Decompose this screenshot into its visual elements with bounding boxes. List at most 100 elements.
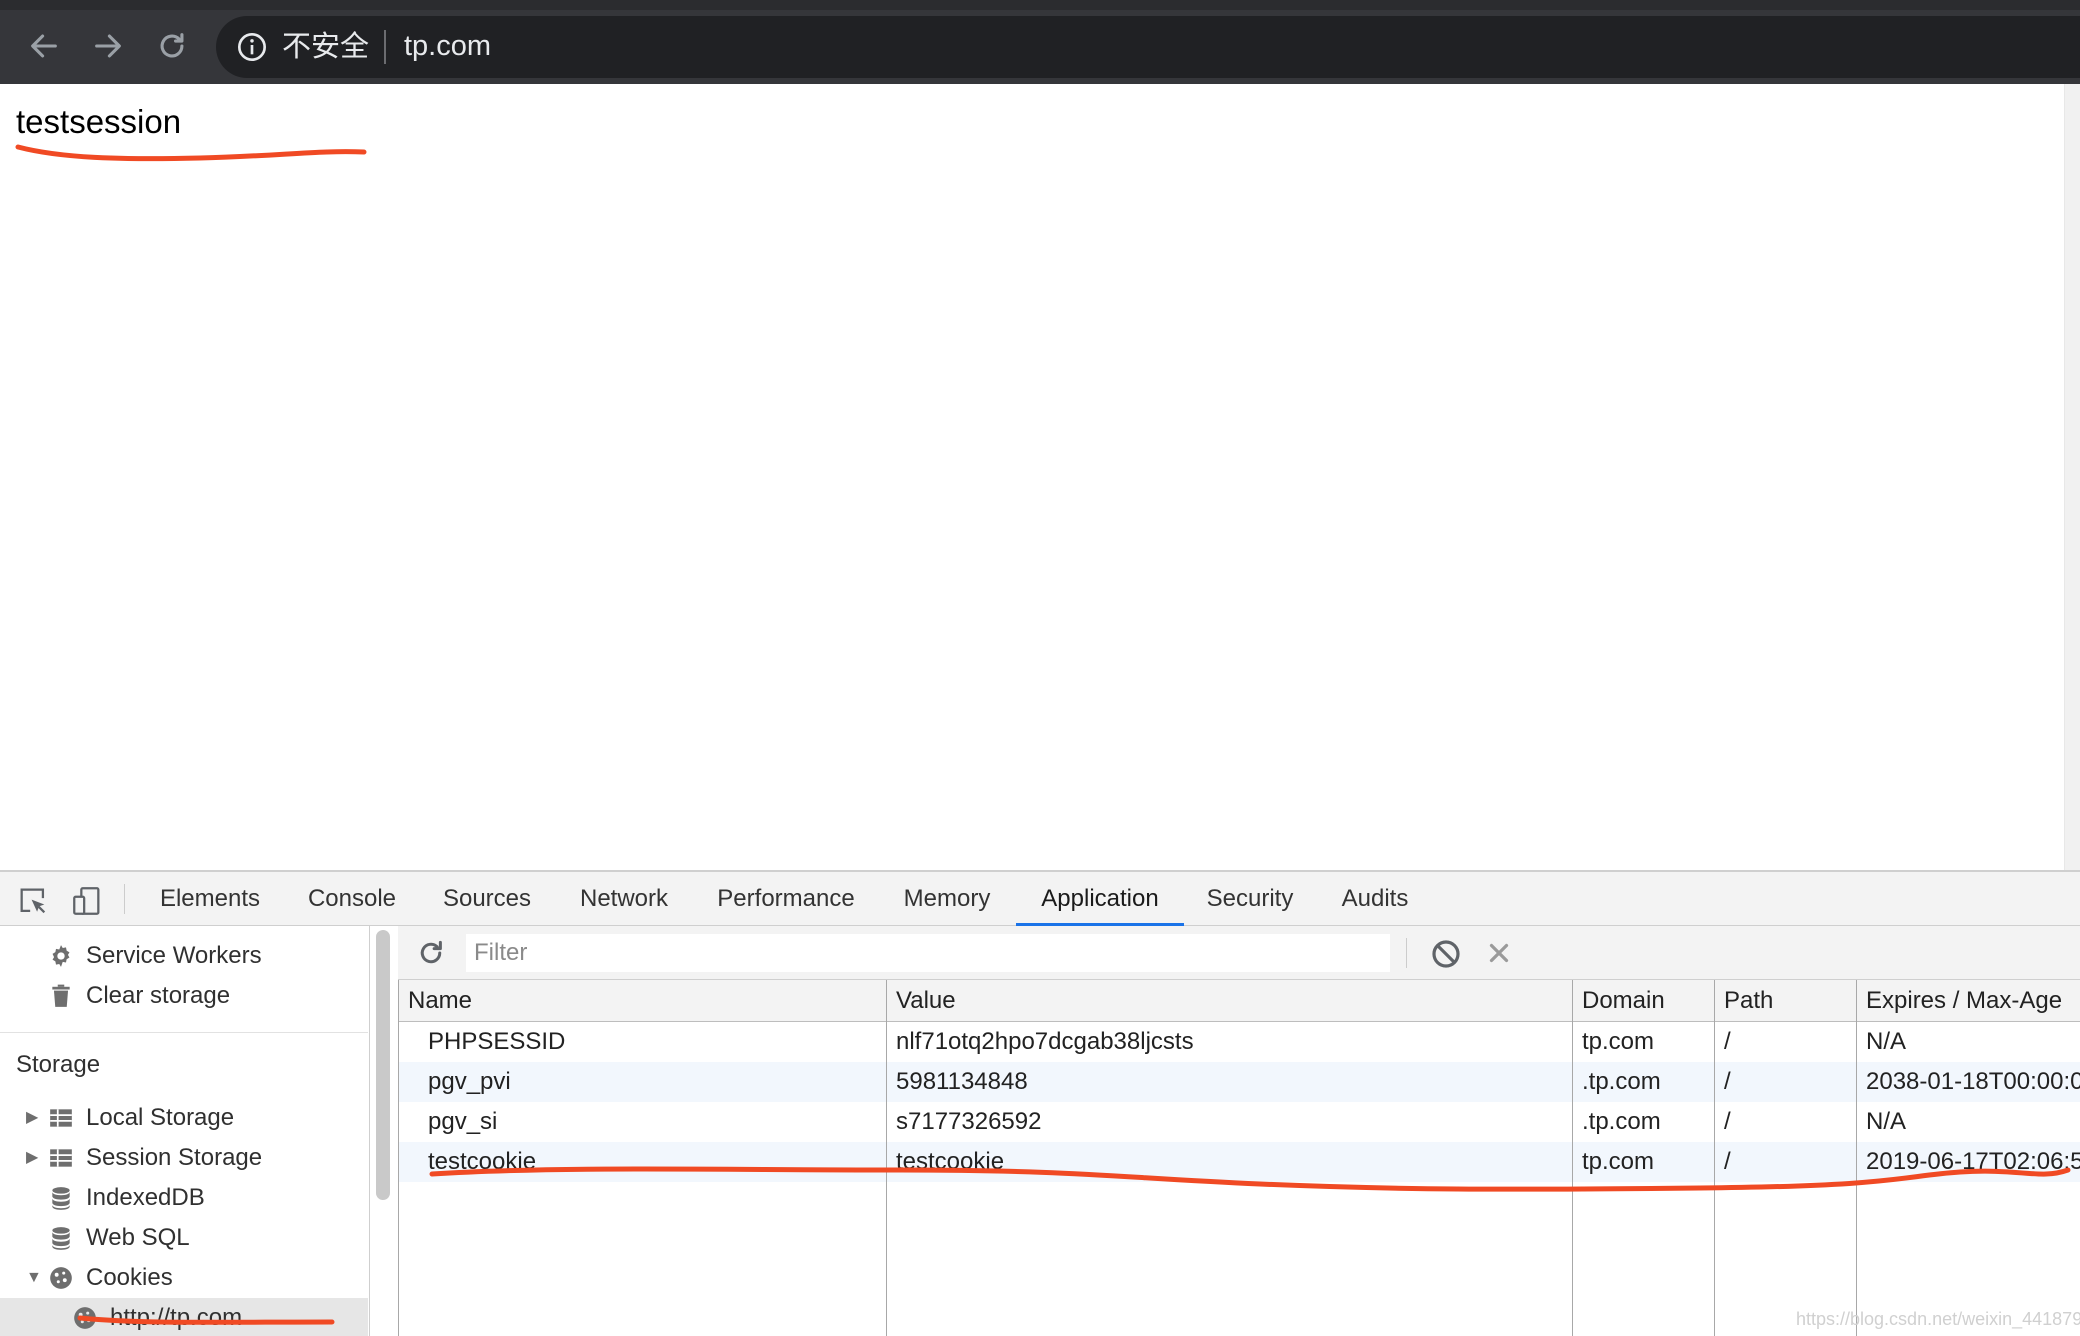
tab-sources[interactable]: Sources [432, 872, 542, 926]
gear-icon [52, 945, 70, 967]
delete-selected-icon[interactable] [1484, 938, 1514, 968]
cell-name: pgv_pvi [428, 1068, 511, 1095]
cell-name: testcookie [428, 1148, 537, 1175]
cell-domain: tp.com [1582, 1148, 1655, 1175]
cell-value: 5981134848 [896, 1068, 1028, 1095]
cookies-panel: Name Value Domain Path Expires / Max-Age… [398, 926, 2080, 1336]
sidebar-divider [0, 1032, 368, 1033]
database-icon [52, 1227, 70, 1250]
column-divider[interactable] [1714, 980, 1715, 1336]
trash-icon [52, 984, 70, 1007]
column-header-value[interactable]: Value [886, 980, 1572, 1022]
tab-security[interactable]: Security [1196, 872, 1304, 926]
cookies-toolbar [398, 926, 2080, 980]
sidebar-item-cookie-origin[interactable]: http://tp.com [0, 1298, 368, 1336]
column-divider[interactable] [886, 980, 887, 1336]
device-toolbar-icon[interactable] [70, 884, 104, 918]
application-sidebar: Service Workers Clear storage Storage ▶ … [0, 926, 370, 1336]
cell-value: nlf71otq2hpo7dcgab38ljcsts [896, 1028, 1194, 1055]
table-header-row: Name Value Domain Path Expires / Max-Age [398, 980, 2080, 1022]
cookie-icon [74, 1307, 96, 1329]
tab-performance[interactable]: Performance [704, 872, 868, 926]
table-grid-icon [50, 1109, 72, 1127]
address-bar[interactable]: 不安全 tp.com [216, 16, 2080, 78]
info-icon[interactable] [236, 31, 268, 63]
page-body-text: testsession [16, 103, 182, 140]
table-left-border [398, 980, 399, 1336]
sidebar-item-session-storage[interactable]: ▶ Session Storage [0, 1138, 368, 1178]
devtools-panel: Elements Console Sources Network Perform… [0, 870, 2080, 1336]
tab-console[interactable]: Console [292, 872, 412, 926]
cell-name: PHPSESSID [428, 1028, 566, 1055]
sidebar-item-label: Service Workers [86, 942, 262, 969]
cell-expires: 2038-01-18T00:00:0 [1866, 1068, 2080, 1095]
cookie-icon [50, 1267, 72, 1289]
column-divider[interactable] [1856, 980, 1857, 1336]
not-secure-label[interactable]: 不安全 [282, 28, 369, 64]
expand-triangle-icon[interactable]: ▶ [26, 1098, 38, 1138]
tab-audits[interactable]: Audits [1326, 872, 1424, 926]
storage-section-header: Storage [16, 1051, 101, 1078]
sidebar-item-label: Cookies [86, 1264, 173, 1291]
back-arrow-icon [31, 34, 57, 58]
sidebar-item-label: http://tp.com [110, 1304, 243, 1331]
table-row[interactable]: testcookie testcookie tp.com / 2019-06-1… [398, 1142, 2080, 1182]
tab-application[interactable]: Application [1016, 872, 1184, 926]
table-row[interactable]: pgv_pvi 5981134848 .tp.com / 2038-01-18T… [398, 1062, 2080, 1102]
tab-bar-divider [124, 884, 125, 914]
column-header-name[interactable]: Name [398, 980, 886, 1022]
sidebar-item-clear-storage[interactable]: Clear storage [0, 976, 368, 1016]
expand-triangle-icon[interactable]: ▶ [26, 1138, 38, 1178]
sidebar-item-local-storage[interactable]: ▶ Local Storage [0, 1098, 368, 1138]
url-text[interactable]: tp.com [404, 28, 491, 64]
column-header-expires[interactable]: Expires / Max-Age [1856, 980, 2080, 1022]
reload-button[interactable] [152, 26, 192, 66]
sidebar-item-label: Clear storage [86, 982, 231, 1009]
inspect-element-icon[interactable] [16, 884, 50, 918]
cell-expires: 2019-06-17T02:06:5 [1866, 1148, 2080, 1175]
cell-value: testcookie [896, 1148, 1005, 1175]
tab-strip [0, 0, 2080, 10]
page-scrollbar[interactable] [2064, 84, 2080, 870]
cell-domain: .tp.com [1582, 1068, 1661, 1095]
column-header-domain[interactable]: Domain [1572, 980, 1714, 1022]
cell-path: / [1724, 1108, 1731, 1135]
cell-name: pgv_si [428, 1108, 498, 1135]
cell-value: s7177326592 [896, 1108, 1042, 1135]
clear-all-icon[interactable] [1430, 938, 1462, 970]
back-button[interactable] [24, 26, 64, 66]
sidebar-item-web-sql[interactable]: Web SQL [0, 1218, 368, 1258]
tab-memory[interactable]: Memory [886, 872, 1008, 926]
cell-expires: N/A [1866, 1108, 1907, 1135]
table-row[interactable]: pgv_si s7177326592 .tp.com / N/A [398, 1102, 2080, 1142]
sidebar-item-label: Local Storage [86, 1104, 235, 1131]
sidebar-scrollbar[interactable] [376, 930, 390, 1200]
table-grid-icon [50, 1149, 72, 1167]
cookies-table: Name Value Domain Path Expires / Max-Age… [398, 980, 2080, 1336]
database-icon [52, 1187, 70, 1210]
sidebar-item-label: IndexedDB [86, 1184, 205, 1211]
reload-icon [160, 33, 184, 58]
sidebar-item-label: Web SQL [86, 1224, 190, 1251]
column-header-path[interactable]: Path [1714, 980, 1856, 1022]
sidebar-item-indexeddb[interactable]: IndexedDB [0, 1178, 368, 1218]
filter-input[interactable] [466, 934, 1390, 972]
sidebar-item-label: Session Storage [86, 1144, 263, 1171]
watermark: https://blog.csdn.net/weixin_44187968 [1796, 1309, 2080, 1329]
refresh-icon[interactable] [416, 938, 446, 968]
cell-path: / [1724, 1028, 1731, 1055]
tab-network[interactable]: Network [564, 872, 684, 926]
toolbar-divider [1406, 938, 1407, 968]
column-divider[interactable] [1572, 980, 1573, 1336]
sidebar-item-cookies[interactable]: ▼ Cookies [0, 1258, 368, 1298]
collapse-triangle-icon[interactable]: ▼ [26, 1258, 42, 1298]
devtools-tab-bar: Elements Console Sources Network Perform… [0, 870, 2080, 926]
cell-expires: N/A [1866, 1028, 1907, 1055]
sidebar-item-service-workers[interactable]: Service Workers [0, 936, 368, 976]
cell-domain: tp.com [1582, 1028, 1655, 1055]
table-row[interactable]: PHPSESSID nlf71otq2hpo7dcgab38ljcsts tp.… [398, 1022, 2080, 1062]
annotation-underline-page-text [15, 144, 367, 162]
forward-button[interactable] [88, 26, 128, 66]
cell-path: / [1724, 1068, 1731, 1095]
tab-elements[interactable]: Elements [148, 872, 272, 926]
